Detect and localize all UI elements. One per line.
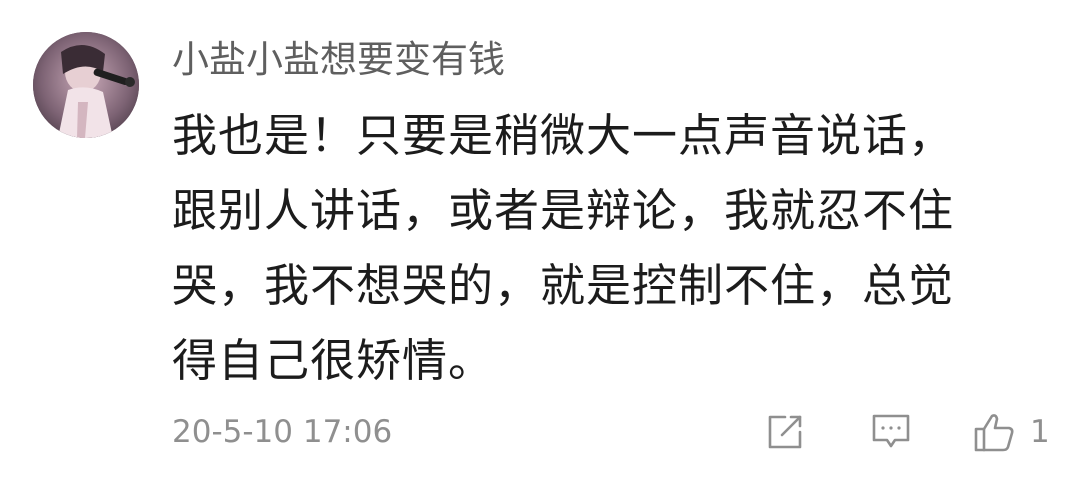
like-count: 1 xyxy=(1030,414,1050,450)
comment-text-line: 得自己很矫情。 xyxy=(172,334,495,387)
thumbs-up-icon xyxy=(974,414,1014,452)
share-button[interactable] xyxy=(765,410,805,454)
comment-bubble-icon xyxy=(872,414,910,448)
comment-text-line: 我也是！只要是稍微大一点声音说话， xyxy=(172,109,955,162)
username[interactable]: 小盐小盐想要变有钱 xyxy=(172,34,505,86)
comment-text: 我也是！只要是稍微大一点声音说话， 跟别人讲话，或者是辩论，我就忍不住 哭，我不… xyxy=(172,98,1052,398)
avatar[interactable] xyxy=(33,32,139,138)
timestamp: 20-5-10 17:06 xyxy=(172,414,393,450)
comment-text-line: 跟别人讲话，或者是辩论，我就忍不住 xyxy=(172,184,955,237)
share-external-icon xyxy=(768,415,802,449)
comment-item: 小盐小盐想要变有钱 我也是！只要是稍微大一点声音说话， 跟别人讲话，或者是辩论，… xyxy=(0,0,1080,483)
reply-button[interactable] xyxy=(870,410,912,454)
comment-text-line: 哭，我不想哭的，就是控制不住，总觉 xyxy=(172,259,955,312)
like-button[interactable]: 1 xyxy=(972,410,1050,454)
